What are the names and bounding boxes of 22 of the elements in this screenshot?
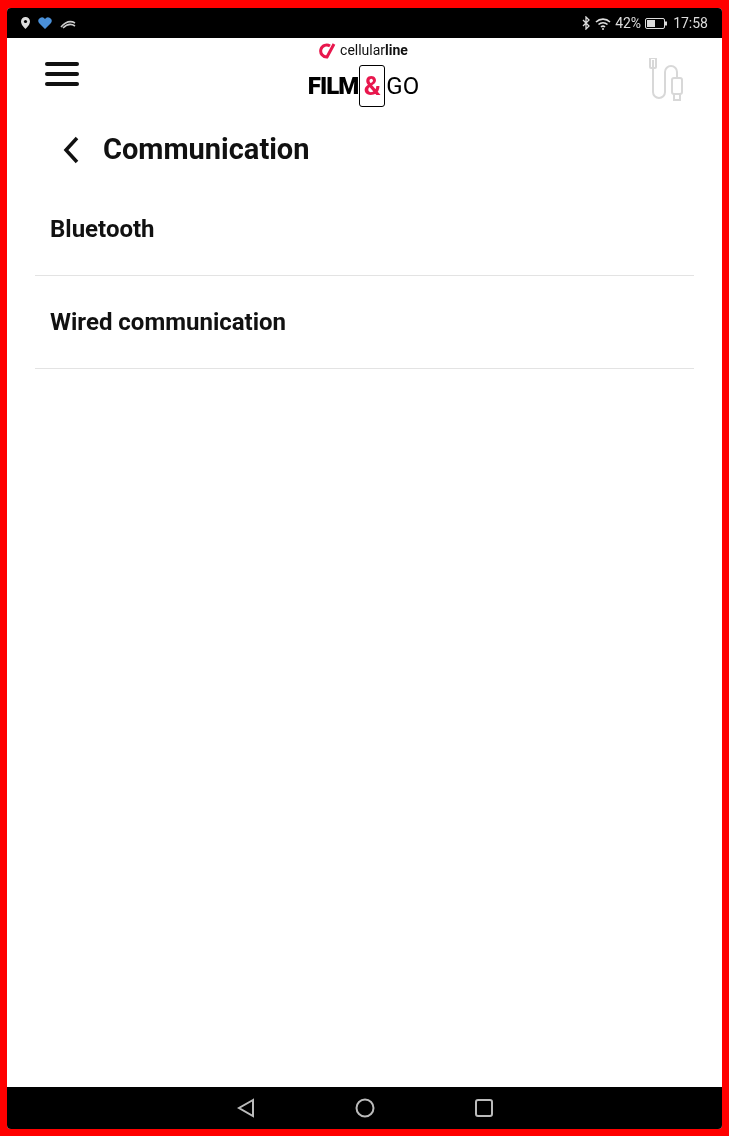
battery-percent: 42% [615,13,642,33]
heart-icon [38,17,52,29]
brand-name: cellularline [340,41,408,60]
logo-text: GO [386,71,420,102]
location-icon [21,17,30,29]
back-triangle-icon[interactable] [236,1098,255,1118]
menu-icon[interactable] [45,62,79,86]
logo-ampersand: & [363,73,381,99]
recent-apps-icon[interactable] [474,1099,493,1117]
home-circle-icon[interactable] [354,1098,375,1118]
battery-icon [645,17,668,29]
back-icon[interactable] [63,136,79,164]
item-label: Bluetooth [50,214,155,245]
menu-list-item[interactable]: Wired communication [35,276,694,369]
item-label: Wired communication [50,307,287,338]
bluetooth-icon [582,16,592,30]
brand-logo-icon [319,42,338,59]
menu-list-item[interactable]: Bluetooth [35,183,694,276]
clock-time: 17:58 [673,13,708,33]
wifi-icon [595,16,612,30]
page-title: Communication [103,131,310,169]
logo-text: FILM [307,71,359,102]
